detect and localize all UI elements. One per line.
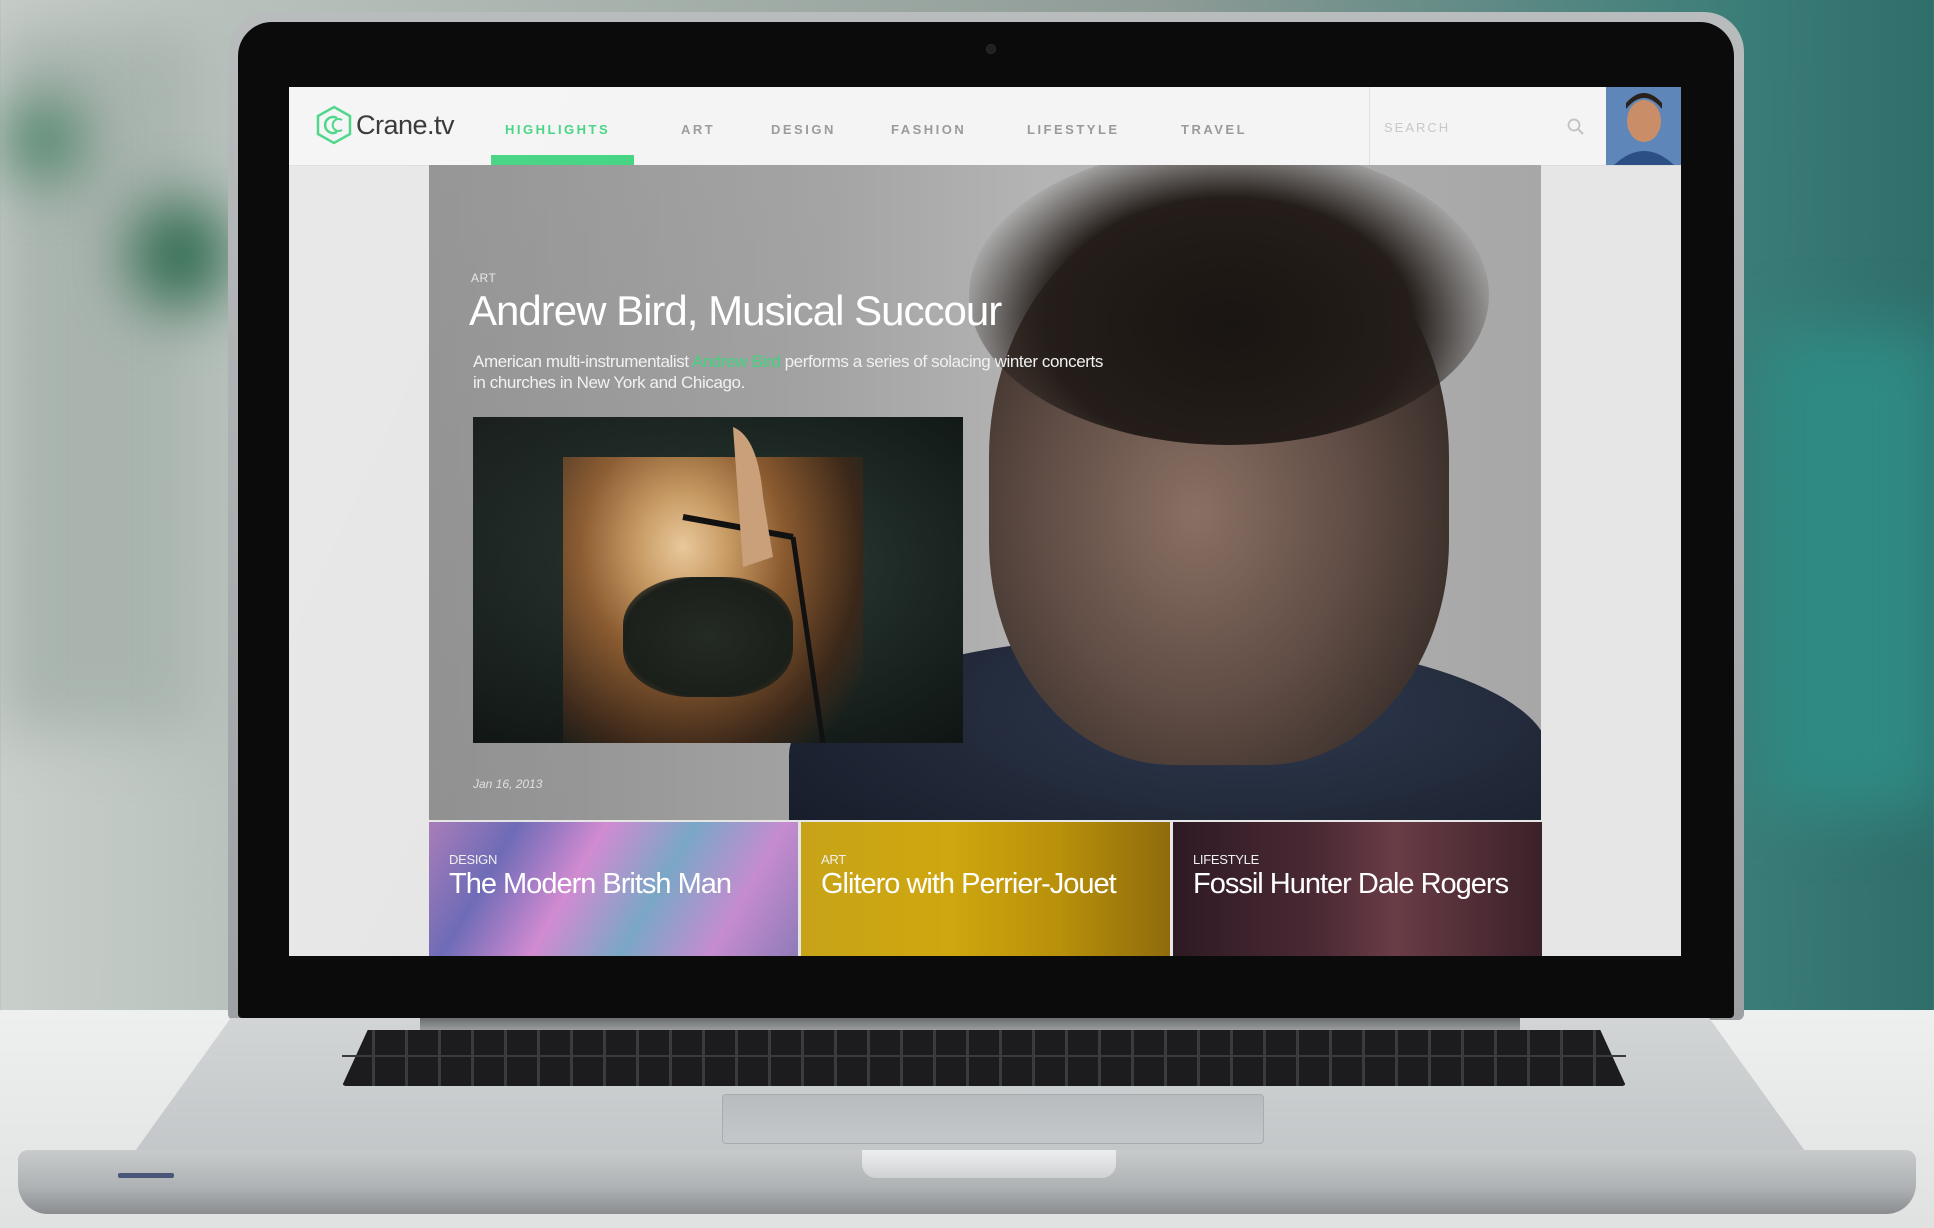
background-teal-panel [1760, 330, 1934, 810]
laptop-lid-notch [862, 1150, 1116, 1178]
article-tile-design[interactable]: DESIGN The Modern Britsh Man [429, 822, 798, 956]
hero-artist-link[interactable]: Andrew Bird [692, 352, 781, 371]
hero-desc-text: American multi-instrumentalist [473, 352, 693, 371]
search-box [1369, 87, 1596, 165]
nav-item-highlights[interactable]: HIGHLIGHTS [505, 122, 610, 137]
tile-title: Glitero with Perrier-Jouet [821, 868, 1117, 900]
keyboard-row-divider [342, 1055, 1626, 1057]
laptop-trackpad [722, 1094, 1264, 1144]
active-nav-indicator [491, 155, 634, 165]
tile-title: The Modern Britsh Man [449, 868, 732, 900]
background-green-object [130, 200, 230, 310]
avatar-portrait-icon [1606, 87, 1681, 165]
crane-logo-icon [316, 105, 352, 145]
hero-feature[interactable]: ART Andrew Bird, Musical Succour America… [429, 165, 1541, 820]
nav-item-travel[interactable]: TRAVEL [1181, 122, 1247, 137]
user-avatar[interactable] [1606, 87, 1681, 165]
background-green-object-2 [10, 100, 80, 180]
camera-icon [986, 44, 996, 54]
hero-title[interactable]: Andrew Bird, Musical Succour [469, 287, 1002, 335]
search-input[interactable] [1382, 115, 1556, 139]
top-navigation-bar: Crane.tv HIGHLIGHTS ART DESIGN FASHION L… [289, 87, 1681, 166]
power-led-icon [118, 1173, 174, 1178]
hero-category: ART [471, 271, 497, 285]
article-tile-art[interactable]: ART Glitero with Perrier-Jouet [801, 822, 1170, 956]
tile-category: LIFESTYLE [1193, 852, 1259, 867]
nav-item-lifestyle[interactable]: LIFESTYLE [1027, 122, 1120, 137]
hero-concert-photo[interactable] [473, 417, 963, 743]
brand-name: Crane.tv [356, 109, 455, 140]
tile-category: DESIGN [449, 852, 498, 867]
article-tile-lifestyle[interactable]: LIFESTYLE Fossil Hunter Dale Rogers [1173, 822, 1542, 956]
nav-item-fashion[interactable]: FASHION [891, 122, 966, 137]
hero-date: Jan 16, 2013 [473, 777, 543, 791]
tile-title: Fossil Hunter Dale Rogers [1193, 868, 1509, 900]
nav-item-art[interactable]: ART [681, 122, 715, 137]
nav-item-design[interactable]: DESIGN [771, 122, 836, 137]
microphone-stand-icon [682, 427, 826, 743]
laptop-keyboard [342, 1030, 1626, 1086]
search-icon[interactable] [1566, 117, 1586, 137]
laptop-screen: Crane.tv HIGHLIGHTS ART DESIGN FASHION L… [289, 87, 1681, 956]
hero-description: American multi-instrumentalist Andrew Bi… [473, 351, 1113, 393]
brand-logo[interactable]: Crane.tv [315, 105, 455, 145]
tile-category: ART [821, 852, 846, 867]
